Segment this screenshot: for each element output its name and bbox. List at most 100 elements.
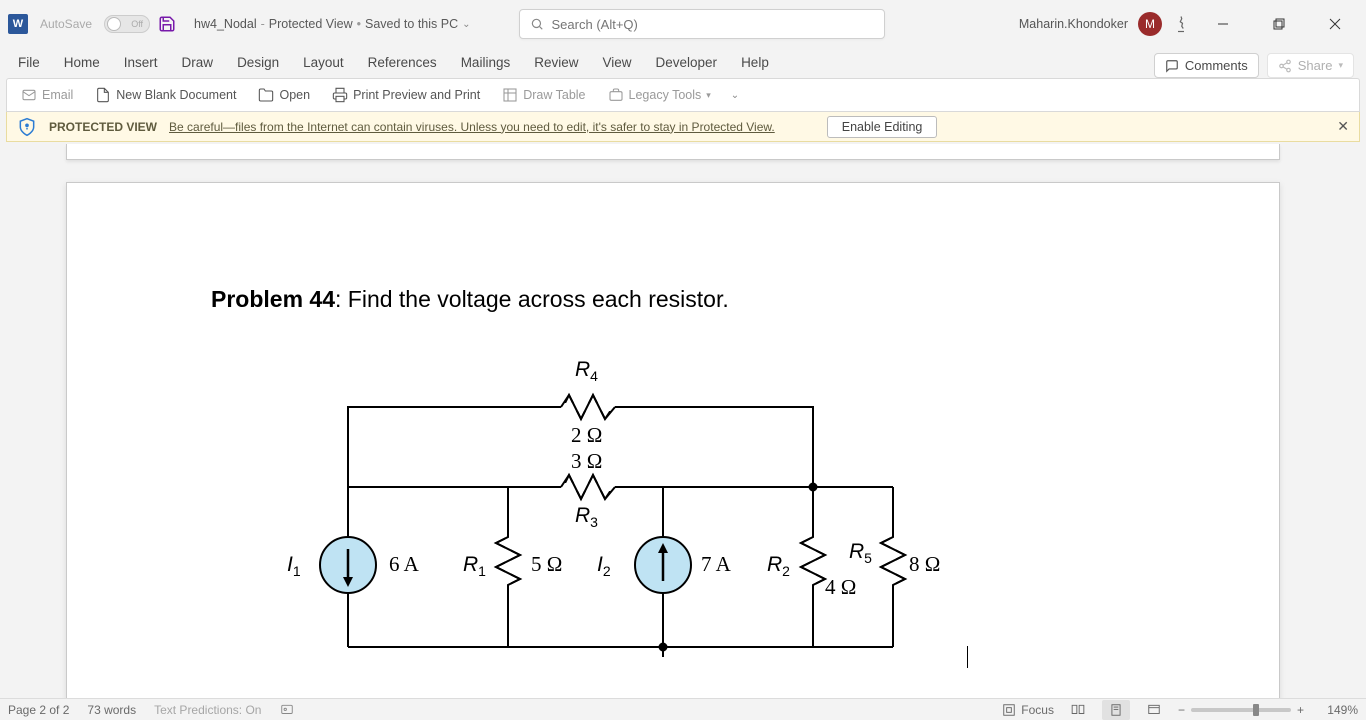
tool-drawtable-label: Draw Table <box>523 88 585 102</box>
close-icon[interactable]: ✕ <box>1337 118 1349 135</box>
r3-value: 3 Ω <box>571 449 602 474</box>
menu-design[interactable]: Design <box>225 49 291 78</box>
menu-references[interactable]: References <box>356 49 449 78</box>
r2-label: R2 <box>767 552 790 579</box>
zoom-out-button[interactable]: − <box>1178 703 1185 717</box>
view-print[interactable] <box>1102 700 1130 720</box>
tool-new-label: New Blank Document <box>116 88 236 102</box>
quick-toolbar: Email New Blank Document Open Print Prev… <box>6 78 1360 112</box>
menu-draw[interactable]: Draw <box>170 49 226 78</box>
protected-message[interactable]: Be careful—files from the Internet can c… <box>169 120 775 134</box>
status-page[interactable]: Page 2 of 2 <box>8 703 69 717</box>
shield-icon <box>17 117 37 137</box>
menu-layout[interactable]: Layout <box>291 49 356 78</box>
r5-label: R5 <box>849 539 872 566</box>
share-icon <box>1278 59 1292 73</box>
page: Problem 44: Find the voltage across each… <box>66 182 1280 698</box>
table-icon <box>502 87 518 103</box>
toolbox-icon <box>608 87 624 103</box>
view-web[interactable] <box>1140 700 1168 720</box>
doc-mode: Protected View <box>269 17 353 31</box>
enable-editing-button[interactable]: Enable Editing <box>827 116 938 138</box>
search-box[interactable] <box>519 9 885 39</box>
menu-mailings[interactable]: Mailings <box>449 49 523 78</box>
r1-label: R1 <box>463 552 486 579</box>
text-cursor <box>967 646 968 668</box>
tool-new-blank[interactable]: New Blank Document <box>87 83 244 107</box>
tool-legacy[interactable]: Legacy Tools ▾ <box>600 83 719 107</box>
circuit-svg <box>273 327 953 657</box>
view-read[interactable] <box>1064 700 1092 720</box>
menu-file[interactable]: File <box>6 49 52 78</box>
chevron-down-icon: ▾ <box>1338 60 1343 71</box>
mic-icon[interactable] <box>1172 15 1190 33</box>
menu-help[interactable]: Help <box>729 49 781 78</box>
zoom-percent[interactable]: 149% <box>1314 703 1358 717</box>
menu-home[interactable]: Home <box>52 49 112 78</box>
save-icon[interactable] <box>158 15 176 33</box>
menu-insert[interactable]: Insert <box>112 49 170 78</box>
autosave-toggle[interactable]: Off <box>104 15 150 33</box>
word-app-icon: W <box>8 14 28 34</box>
zoom-slider-track[interactable] <box>1191 708 1291 712</box>
comments-label: Comments <box>1185 58 1248 73</box>
document-icon <box>95 87 111 103</box>
r2-value: 4 Ω <box>825 575 856 600</box>
status-predictions[interactable]: Text Predictions: On <box>154 703 261 717</box>
problem-title: Problem 44 <box>211 286 335 312</box>
r4-value: 2 Ω <box>571 423 602 448</box>
chevron-down-icon: ▾ <box>706 90 711 101</box>
status-words[interactable]: 73 words <box>87 703 136 717</box>
tool-open-label: Open <box>279 88 310 102</box>
zoom-slider-thumb[interactable] <box>1253 704 1259 716</box>
protected-label: PROTECTED VIEW <box>49 120 157 134</box>
r3-label: R3 <box>575 503 598 530</box>
title-bar: W AutoSave Off hw4_Nodal - Protected Vie… <box>0 0 1366 48</box>
avatar[interactable]: M <box>1138 12 1162 36</box>
close-button[interactable] <box>1312 8 1358 40</box>
menu-review[interactable]: Review <box>522 49 590 78</box>
r5-value: 8 Ω <box>909 552 940 577</box>
autosave-toggle-knob <box>107 17 121 31</box>
folder-open-icon <box>258 87 274 103</box>
tool-print-label: Print Preview and Print <box>353 88 480 102</box>
problem-heading: Problem 44: Find the voltage across each… <box>211 283 1135 315</box>
tool-legacy-label: Legacy Tools <box>629 88 702 102</box>
previous-page-edge <box>66 144 1280 160</box>
doc-name: hw4_Nodal <box>194 17 257 31</box>
menu-view[interactable]: View <box>590 49 643 78</box>
tool-draw-table[interactable]: Draw Table <box>494 83 593 107</box>
r1-value: 5 Ω <box>531 552 562 577</box>
zoom-slider[interactable]: − + <box>1178 703 1304 717</box>
macro-icon[interactable] <box>279 703 295 717</box>
document-title[interactable]: hw4_Nodal - Protected View • Saved to th… <box>194 17 470 31</box>
toolbar-overflow[interactable]: ⌄ <box>725 86 745 105</box>
search-input[interactable] <box>552 17 874 32</box>
i1-label: I1 <box>287 552 301 579</box>
share-label: Share <box>1298 58 1333 73</box>
zoom-in-button[interactable]: + <box>1297 703 1304 717</box>
focus-button[interactable]: Focus <box>1002 703 1054 717</box>
i1-value: 6 A <box>389 552 419 577</box>
circuit-diagram: R4 2 Ω 3 Ω R3 I1 6 A R1 5 Ω I2 7 A R2 4 … <box>273 327 953 657</box>
share-button[interactable]: Share ▾ <box>1267 53 1354 78</box>
tool-email[interactable]: Email <box>13 83 81 107</box>
tool-print-preview[interactable]: Print Preview and Print <box>324 83 488 107</box>
i2-value: 7 A <box>701 552 731 577</box>
maximize-button[interactable] <box>1256 8 1302 40</box>
comments-button[interactable]: Comments <box>1154 53 1259 78</box>
menu-bar: File Home Insert Draw Design Layout Refe… <box>0 48 1366 78</box>
r4-label: R4 <box>575 357 598 384</box>
comment-icon <box>1165 59 1179 73</box>
tool-open[interactable]: Open <box>250 83 318 107</box>
autosave-label: AutoSave <box>40 17 92 31</box>
document-canvas[interactable]: Problem 44: Find the voltage across each… <box>0 144 1366 698</box>
minimize-button[interactable] <box>1200 8 1246 40</box>
i2-label: I2 <box>597 552 611 579</box>
autosave-state: Off <box>131 19 143 29</box>
username[interactable]: Maharin.Khondoker <box>1019 17 1128 31</box>
menu-developer[interactable]: Developer <box>644 49 730 78</box>
protected-view-bar: PROTECTED VIEW Be careful—files from the… <box>6 112 1360 142</box>
email-icon <box>21 87 37 103</box>
chevron-down-icon: ⌄ <box>462 19 470 30</box>
